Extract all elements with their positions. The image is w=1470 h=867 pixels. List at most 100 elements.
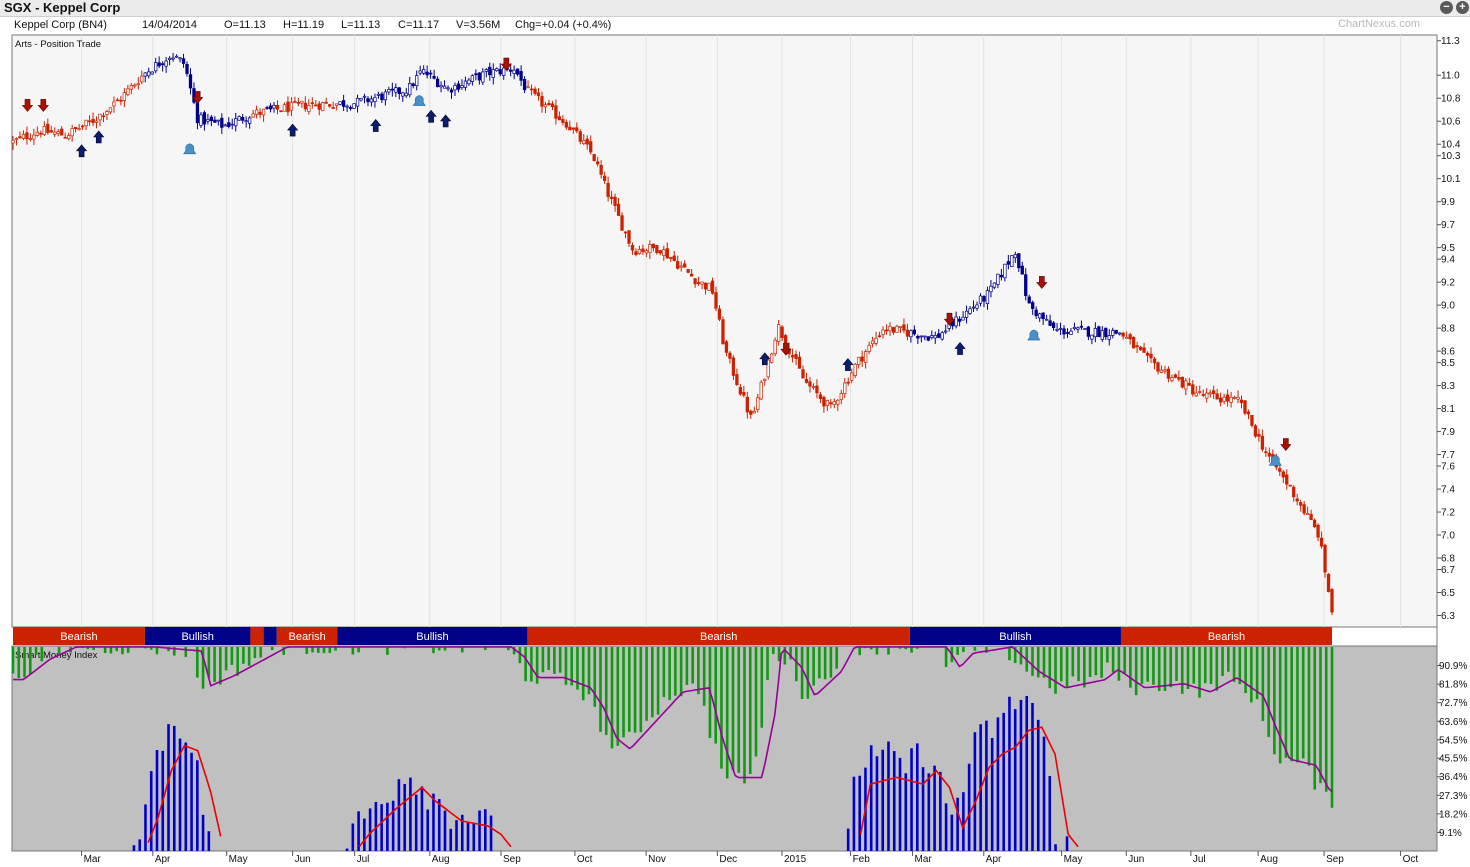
candle-body <box>1107 335 1111 340</box>
candle-body <box>944 330 948 333</box>
candle-body <box>234 118 238 127</box>
x-tick-label: Oct <box>577 854 593 865</box>
smi-bar <box>1175 647 1178 681</box>
smi-bar <box>34 647 38 655</box>
candle-body <box>439 84 443 88</box>
volume-bar <box>184 742 188 851</box>
candle-body <box>672 255 676 261</box>
candle-body <box>742 391 746 396</box>
smi-bar <box>1319 647 1322 784</box>
smi-bar <box>1232 647 1236 682</box>
smi-bar <box>818 647 821 679</box>
candle-body <box>91 118 95 124</box>
candle-body <box>1138 346 1143 351</box>
volume-bar <box>1008 696 1011 851</box>
candle-body <box>1048 320 1052 326</box>
candle-body <box>780 326 784 339</box>
candle-body <box>637 249 642 254</box>
candle-body <box>909 330 913 338</box>
volume-bar <box>1013 709 1017 851</box>
chart-canvas[interactable]: 11.3 11.0 10.8 10.6 10.410.3 10.1 9.9 9.7 9.59.4… <box>0 0 1470 867</box>
candle-body <box>94 120 99 123</box>
candle-body <box>209 116 214 122</box>
candle-body <box>1100 330 1104 340</box>
candle-body <box>585 138 589 145</box>
candle-body <box>244 120 248 123</box>
candle-body <box>206 118 210 122</box>
candle-body <box>801 369 805 379</box>
smi-bar <box>616 647 620 746</box>
candle-body <box>1149 353 1153 359</box>
smi-bar <box>40 647 44 662</box>
candle-body <box>1065 332 1070 334</box>
x-tick-label: Mar <box>84 854 102 865</box>
candle-body <box>721 319 725 345</box>
volume-bar <box>956 797 959 851</box>
price-legend: Arts - Position Trade <box>15 39 101 50</box>
x-tick-label: May <box>229 854 248 865</box>
smi-bar <box>887 647 890 655</box>
regime-band-label: Bearish <box>60 631 97 643</box>
candle-body <box>328 104 332 107</box>
candle-body <box>669 257 673 259</box>
smi-bar <box>714 647 717 744</box>
volume-bar <box>380 804 383 851</box>
volume-bar <box>443 810 447 851</box>
candle-body <box>369 98 374 103</box>
regime-band-label: Bullish <box>416 631 448 643</box>
smi-bar <box>725 647 729 779</box>
smi-bar <box>460 647 464 653</box>
volume-bar <box>138 839 142 851</box>
candle-body <box>825 399 830 406</box>
candle-body <box>317 103 321 110</box>
candle-body <box>456 83 461 90</box>
candle-body <box>380 93 384 101</box>
candle-body <box>703 282 708 290</box>
candle-body <box>989 285 993 293</box>
candle-body <box>846 381 850 384</box>
candle-body <box>630 244 635 251</box>
candle-body <box>655 245 659 254</box>
candle-body <box>689 273 694 277</box>
candle-body <box>599 164 603 175</box>
smi-bar <box>259 647 262 658</box>
candle-body <box>70 128 74 137</box>
smi-bar <box>800 647 804 699</box>
candle-body <box>143 72 147 77</box>
price-y-tick-label: 8.8 <box>1441 324 1455 335</box>
candle-body <box>790 355 795 358</box>
candle-body <box>905 329 910 337</box>
candle-body <box>279 110 283 113</box>
candle-body <box>561 119 565 123</box>
volume-bar <box>904 773 908 851</box>
candle-body <box>178 57 182 60</box>
candle-body <box>1225 394 1230 402</box>
smi-bar <box>1221 647 1224 677</box>
candle-body <box>345 105 349 108</box>
candle-body <box>1302 504 1306 514</box>
smi-bar <box>1203 647 1207 684</box>
candle-body <box>568 126 572 131</box>
smi-bar <box>1008 647 1011 661</box>
smi-bar <box>1146 647 1149 682</box>
candle-body <box>756 397 760 410</box>
smi-bar <box>1100 647 1103 678</box>
candle-body <box>1034 309 1038 317</box>
candle-body <box>310 102 314 105</box>
smi-bar <box>236 647 239 676</box>
smi-bar <box>242 647 245 664</box>
price-y-tick-label: 7.0 <box>1441 531 1455 542</box>
volume-bar <box>357 811 360 851</box>
candle-body <box>1239 399 1244 404</box>
candle-body <box>491 69 495 78</box>
candle-body <box>752 411 756 414</box>
candle-body <box>839 393 843 400</box>
price-y-tick-label: 11.0 <box>1441 71 1460 82</box>
smi-bar <box>1048 647 1052 689</box>
volume-bar <box>484 809 487 851</box>
candle-body <box>1198 391 1202 393</box>
smi-bar <box>766 647 769 681</box>
candle-body <box>1024 274 1028 297</box>
candle-body <box>602 175 607 181</box>
volume-bar <box>455 820 458 851</box>
